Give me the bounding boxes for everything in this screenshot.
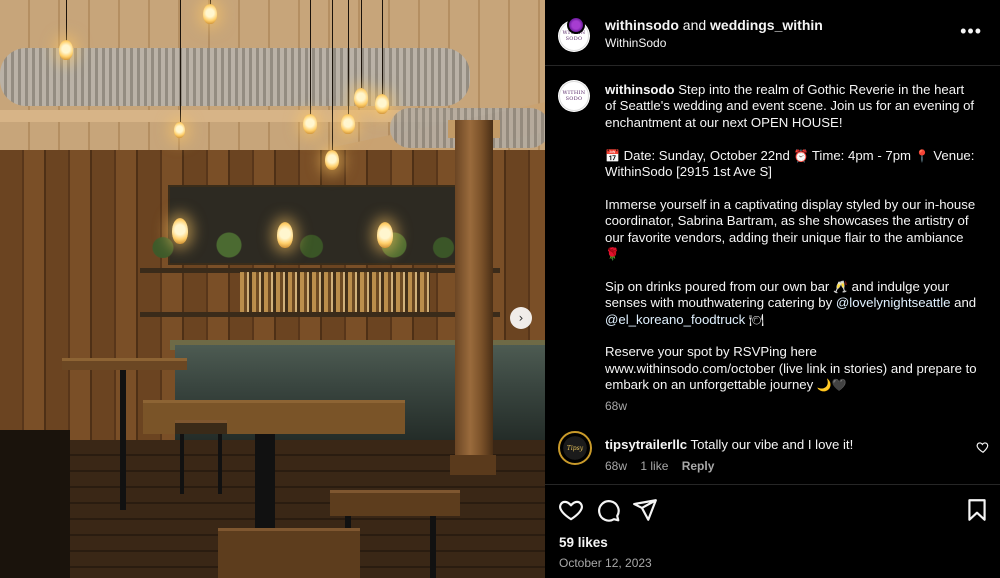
- wire: [332, 0, 333, 150]
- more-options-button[interactable]: •••: [960, 22, 982, 40]
- stool: [330, 490, 460, 516]
- pendant-bulb: [172, 218, 188, 244]
- pendant-bulb: [303, 114, 317, 134]
- stool: [175, 420, 227, 434]
- caption-immerse-text: Immerse yourself in a captivating displa…: [605, 196, 976, 245]
- wire: [180, 0, 181, 122]
- caption-and: and: [954, 295, 977, 311]
- like-heart-icon[interactable]: [558, 497, 584, 523]
- comment-item: Tipsy tipsytrailerllc Totally our vibe a…: [545, 430, 1000, 484]
- caption-author-avatar[interactable]: WITHIN SODO: [558, 80, 590, 112]
- wood-pillar: [455, 120, 493, 475]
- mention-lovelynightseattle-link[interactable]: @lovelynightseattle: [836, 295, 951, 310]
- likes-count-link[interactable]: 59 likes: [559, 535, 608, 550]
- author-names: withinsodo and weddings_within: [605, 17, 823, 33]
- pin-icon: 📍: [914, 148, 930, 163]
- commenter-avatar[interactable]: Tipsy: [558, 431, 592, 465]
- post-photo[interactable]: ›: [0, 0, 545, 578]
- pendant-bulb: [377, 222, 393, 248]
- plate-icon: 🍽: [748, 312, 765, 327]
- post-header: WITHIN SODO withinsodo and weddings_with…: [545, 0, 1000, 66]
- comment-reply-button[interactable]: Reply: [682, 459, 715, 473]
- stool-leg: [430, 516, 436, 578]
- comment-bubble-icon[interactable]: [595, 497, 621, 523]
- wire: [382, 0, 383, 95]
- pendant-bulb: [325, 150, 339, 170]
- pendant-bulb: [203, 4, 217, 24]
- share-paper-plane-icon[interactable]: [632, 497, 658, 523]
- black-heart-icon: 🖤: [831, 378, 847, 393]
- caption-immerse: Immerse yourself in a captivating displa…: [605, 197, 977, 263]
- commenter-username-link[interactable]: tipsytrailerllc: [605, 437, 687, 452]
- caption-reserve-text: Reserve your spot by RSVPing here www.wi…: [605, 344, 977, 393]
- caption-date: Date: Sunday, October 22nd: [623, 147, 790, 163]
- comment-meta: 68w 1 like Reply: [605, 459, 724, 473]
- comment-body: Totally our vibe and I love it!: [690, 437, 854, 452]
- pendant-bulb: [277, 222, 293, 248]
- comment-time-ago[interactable]: 68w: [605, 459, 627, 473]
- pillar-base: [450, 455, 496, 475]
- location-link[interactable]: WithinSodo: [605, 36, 666, 50]
- and-text: and: [682, 17, 707, 33]
- avatar-monogram-bottom: SODO: [565, 96, 583, 102]
- collab-avatar[interactable]: [567, 16, 585, 34]
- caption-time: Time: 4pm - 7pm: [811, 147, 912, 163]
- wire: [361, 0, 362, 88]
- post-details-panel: WITHIN SODO withinsodo and weddings_with…: [545, 0, 1000, 578]
- comment-likes-link[interactable]: 1 like: [640, 459, 668, 473]
- pendant-bulb: [174, 122, 185, 138]
- rose-icon: 🌹: [605, 247, 620, 262]
- avatar-monogram-bottom: SODO: [565, 36, 583, 42]
- wire: [66, 0, 67, 42]
- caption-section: WITHIN SODO withinsodo Step into the rea…: [545, 66, 1000, 484]
- moon-icon: 🌙: [816, 378, 832, 393]
- pendant-bulb: [341, 114, 355, 134]
- table-leg: [120, 370, 126, 510]
- wire: [310, 0, 311, 115]
- commenter-avatar-logo: Tipsy: [566, 444, 584, 452]
- stool-leg: [218, 434, 222, 494]
- stool-leg: [180, 434, 184, 494]
- next-photo-button[interactable]: ›: [510, 307, 532, 329]
- caption-sip-text-1: Sip on drinks poured from our own bar: [605, 278, 830, 294]
- stool: [218, 528, 360, 578]
- caption-sip: Sip on drinks poured from our own bar 🥂 …: [605, 279, 977, 328]
- caption-details: 📅 Date: Sunday, October 22nd ⏰ Time: 4pm…: [605, 148, 977, 181]
- comment-text: tipsytrailerllc Totally our vibe and I l…: [605, 437, 853, 452]
- caption-text: withinsodo Step into the realm of Gothic…: [605, 82, 977, 410]
- table-leg: [255, 434, 275, 534]
- save-bookmark-icon[interactable]: [964, 497, 990, 523]
- pendant-bulb: [59, 40, 73, 60]
- shelf: [140, 312, 500, 317]
- author-handle-link[interactable]: withinsodo: [605, 17, 679, 33]
- caption-intro: withinsodo Step into the realm of Gothic…: [605, 82, 977, 131]
- sofa: [0, 430, 70, 578]
- collab-handle-link[interactable]: weddings_within: [710, 17, 823, 33]
- clinking-glasses-icon: 🥂: [832, 279, 848, 294]
- post-date[interactable]: October 12, 2023: [559, 556, 652, 570]
- avatar-logo: WITHIN SODO: [559, 81, 589, 111]
- alarm-clock-icon: ⏰: [793, 148, 809, 163]
- action-bar: 59 likes October 12, 2023: [545, 484, 1000, 578]
- bottles: [240, 272, 430, 312]
- table: [62, 358, 187, 370]
- caption-username-link[interactable]: withinsodo: [605, 82, 675, 97]
- pendant-bulb: [375, 94, 389, 114]
- mention-el-koreano-foodtruck-link[interactable]: @el_koreano_foodtruck: [605, 312, 745, 327]
- comment-like-heart-icon[interactable]: [976, 440, 990, 454]
- calendar-icon: 📅: [605, 148, 620, 163]
- caption-reserve: Reserve your spot by RSVPing here www.wi…: [605, 344, 977, 393]
- wire: [348, 0, 349, 115]
- caption-time-ago[interactable]: 68w: [605, 399, 627, 413]
- pendant-bulb: [354, 88, 368, 108]
